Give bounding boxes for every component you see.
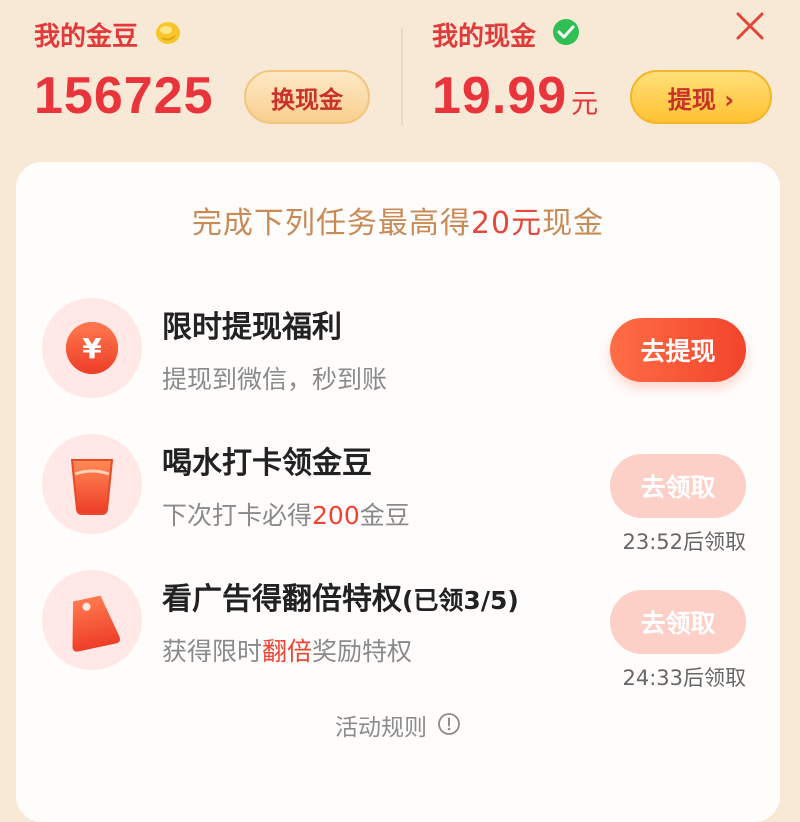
task-withdraw-bonus: ¥ 限时提现福利 提现到微信，秒到账 去提现	[16, 298, 780, 418]
activity-rules-link[interactable]: 活动规则	[16, 708, 780, 744]
beans-section: 我的金豆 156725 换现金	[34, 0, 394, 160]
go-withdraw-button[interactable]: 去提现	[610, 318, 746, 382]
exchange-cash-button[interactable]: 换现金	[244, 70, 370, 124]
cash-amount: 19.99 元	[432, 67, 600, 125]
task-title: 喝水打卡领金豆	[162, 446, 372, 481]
water-cup-icon	[70, 459, 114, 515]
cash-unit: 元	[571, 89, 600, 120]
check-circle-icon	[551, 17, 581, 54]
price-tag-icon	[72, 595, 121, 652]
task-water-checkin: 喝水打卡领金豆 下次打卡必得200金豆 去领取 23:52后领取	[16, 434, 780, 554]
claim-ad-button[interactable]: 去领取	[610, 590, 746, 654]
task-progress: (已领3/5)	[402, 586, 519, 615]
countdown-text: 23:52后领取	[622, 530, 746, 554]
yuan-coin-icon: ¥	[66, 322, 118, 374]
task-ad-double: 看广告得翻倍特权(已领3/5) 获得限时翻倍奖励特权 去领取 24:33后领取	[16, 570, 780, 690]
info-icon	[437, 712, 461, 742]
task-desc: 下次打卡必得200金豆	[162, 501, 410, 530]
task-desc: 提现到微信，秒到账	[162, 365, 388, 394]
claim-beans-button[interactable]: 去领取	[610, 454, 746, 518]
withdraw-button[interactable]: 提现 ›	[630, 70, 772, 124]
task-desc: 获得限时翻倍奖励特权	[162, 637, 413, 666]
svg-text:¥: ¥	[82, 332, 102, 365]
card-title: 完成下列任务最高得20元现金	[191, 206, 605, 241]
countdown-text: 24:33后领取	[622, 666, 746, 690]
gold-bean-icon	[153, 17, 183, 54]
cash-section: 我的现金 19.99 元 提现 ›	[432, 0, 772, 160]
beans-label: 我的金豆	[34, 22, 139, 52]
task-card: 完成下列任务最高得20元现金 ¥ 限时提现福利 提现到微信，秒到账 去提现 喝水…	[16, 162, 780, 822]
beans-amount: 156725	[34, 67, 214, 125]
task-title: 看广告得翻倍特权(已领3/5)	[162, 582, 519, 617]
balance-header: 我的金豆 156725 换现金 我的现金 19.99 元 提现 ›	[0, 0, 800, 160]
task-title: 限时提现福利	[162, 310, 342, 345]
header-divider	[401, 28, 403, 126]
close-icon[interactable]	[732, 8, 768, 44]
cash-label: 我的现金	[432, 22, 537, 52]
